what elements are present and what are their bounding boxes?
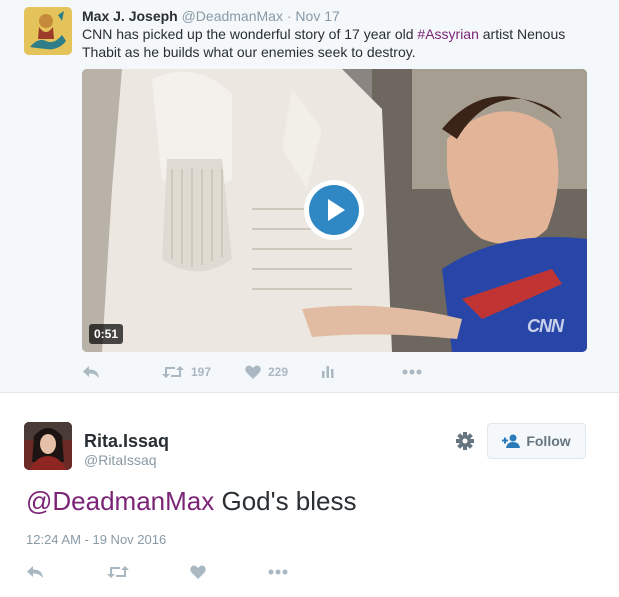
hashtag-link[interactable]: #Assyrian <box>417 26 478 42</box>
gear-icon <box>456 432 474 450</box>
more-button[interactable] <box>268 562 288 582</box>
analytics-button[interactable] <box>322 362 334 382</box>
tweet-timestamp[interactable]: 12:24 AM - 19 Nov 2016 <box>26 532 166 548</box>
tweet-time[interactable]: Nov 17 <box>295 8 339 24</box>
tweet-actions: 197 229 <box>82 362 587 382</box>
tweet-text: @DeadmanMax God's bless <box>26 485 357 517</box>
avatar[interactable] <box>24 7 72 55</box>
author-handle[interactable]: @DeadmanMax <box>182 8 283 24</box>
parent-tweet[interactable]: Max J. Joseph @DeadmanMax · Nov 17 CNN h… <box>0 0 619 393</box>
retweet-icon <box>162 366 184 378</box>
follow-button[interactable]: Follow <box>487 423 586 459</box>
like-button[interactable]: 229 <box>245 362 288 382</box>
retweet-button[interactable] <box>107 562 129 582</box>
tweet-header: Max J. Joseph @DeadmanMax · Nov 17 <box>82 7 340 25</box>
tweet-actions <box>26 562 326 582</box>
video-duration: 0:51 <box>89 324 124 344</box>
user-actions-button[interactable] <box>454 430 476 452</box>
avatar[interactable] <box>24 422 72 470</box>
reply-button[interactable] <box>82 362 100 382</box>
follow-label: Follow <box>526 433 571 449</box>
more-button[interactable] <box>402 362 422 382</box>
author-handle[interactable]: @RitaIssaq <box>84 452 157 468</box>
video-player[interactable]: 0:51 CNN <box>82 69 587 352</box>
retweet-button[interactable]: 197 <box>162 362 211 382</box>
tweet-text: CNN has picked up the wonderful story of… <box>82 25 592 61</box>
more-icon <box>402 369 422 375</box>
play-icon <box>309 185 359 235</box>
avatar-image <box>24 7 72 55</box>
like-icon <box>190 565 206 579</box>
reply-icon <box>83 366 99 378</box>
like-icon <box>245 365 261 379</box>
avatar-image <box>24 422 72 470</box>
retweet-icon <box>107 566 129 578</box>
like-count: 229 <box>268 365 289 379</box>
mention-link[interactable]: @DeadmanMax <box>26 486 214 516</box>
separator: · <box>286 8 292 24</box>
author-name[interactable]: Max J. Joseph <box>82 8 178 24</box>
like-button[interactable] <box>190 562 206 582</box>
play-button[interactable] <box>304 180 364 240</box>
tweet-text-before: CNN has picked up the wonderful story of… <box>82 26 418 42</box>
cnn-watermark: CNN <box>527 316 564 336</box>
analytics-icon <box>322 366 334 378</box>
retweet-count: 197 <box>191 365 212 379</box>
tweet-text-body: God's bless <box>214 486 357 516</box>
reply-icon <box>27 566 43 578</box>
author-name[interactable]: Rita.Issaq <box>84 431 169 451</box>
reply-button[interactable] <box>26 562 44 582</box>
more-icon <box>268 569 288 575</box>
follow-person-icon <box>502 434 521 448</box>
